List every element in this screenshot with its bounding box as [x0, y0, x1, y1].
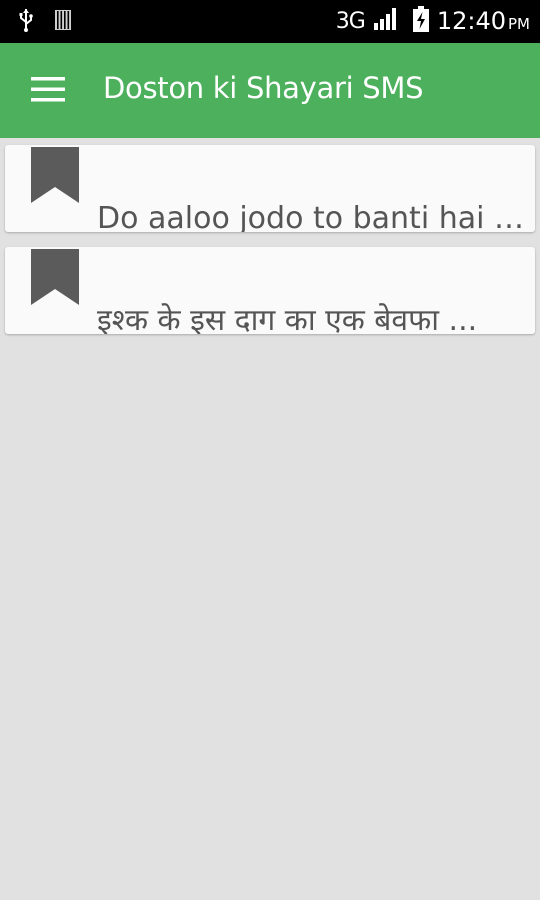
- battery-charging-icon: [412, 6, 429, 36]
- status-right-icons: 3G 12:40 PM: [336, 6, 530, 36]
- list-item[interactable]: इश्क के इस दाग का एक बेवफा ...: [5, 247, 535, 334]
- hamburger-menu-icon: [31, 76, 65, 106]
- list-item-text: इश्क के इस दाग का एक बेवफा ...: [97, 303, 478, 334]
- shayari-list: Do aaloo jodo to banti hai aaloo ki jodi…: [5, 145, 535, 349]
- app-title: Doston ki Shayari SMS: [103, 71, 424, 105]
- bookmark-icon[interactable]: [31, 249, 79, 305]
- clock-time: 12:40: [436, 7, 506, 35]
- status-bar: 3G 12:40 PM: [0, 0, 540, 43]
- list-item-text: Do aaloo jodo to banti hai aaloo ki jodi: [97, 201, 535, 232]
- status-left-icons: [18, 8, 72, 36]
- signal-icon: [373, 7, 399, 35]
- bookmark-icon[interactable]: [31, 147, 79, 203]
- clock: 12:40 PM: [437, 7, 530, 35]
- usb-icon: [18, 8, 34, 36]
- list-item[interactable]: Do aaloo jodo to banti hai aaloo ki jodi: [5, 145, 535, 232]
- sd-card-icon: [54, 9, 72, 35]
- network-type-label: 3G: [335, 8, 366, 34]
- menu-button[interactable]: [28, 73, 68, 109]
- clock-ampm: PM: [508, 15, 530, 33]
- app-bar: Doston ki Shayari SMS: [0, 43, 540, 138]
